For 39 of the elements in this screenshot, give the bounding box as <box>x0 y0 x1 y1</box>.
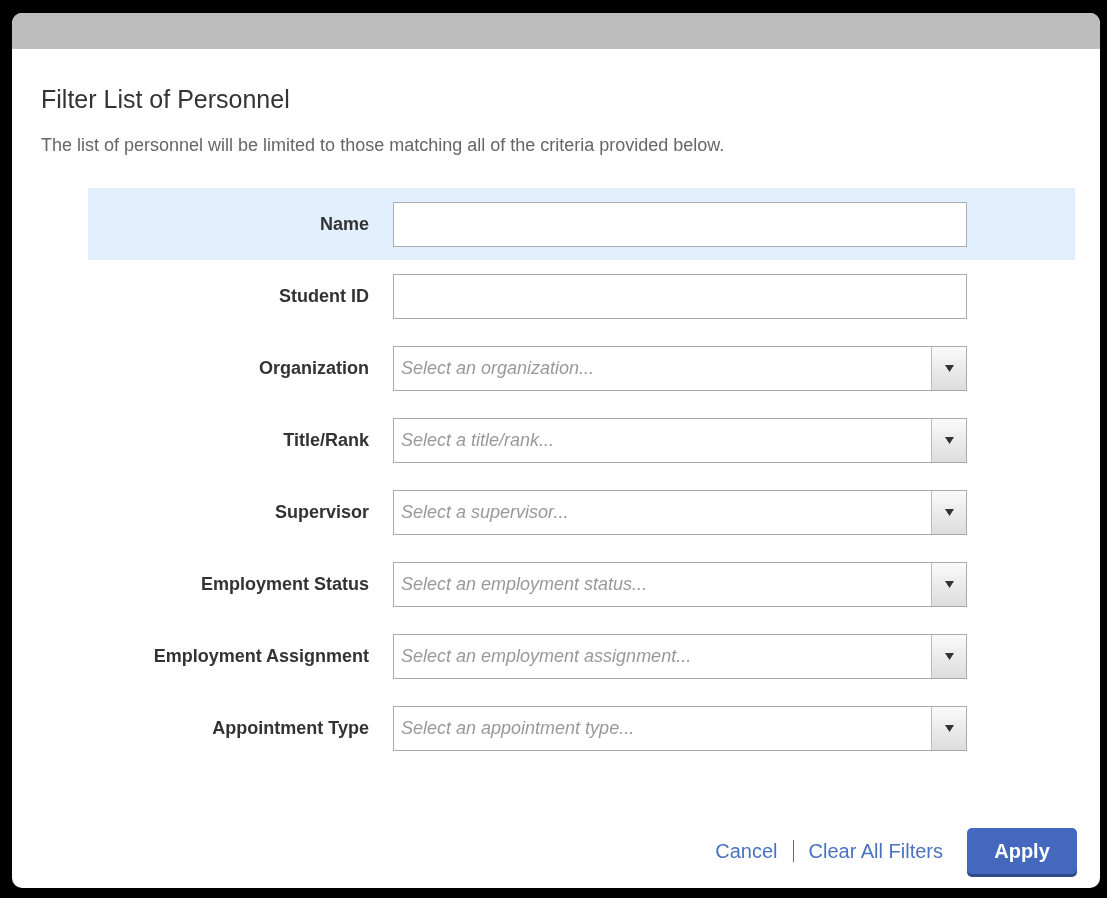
select-placeholder: Select a supervisor... <box>400 501 570 523</box>
select-field[interactable]: Select a title/rank... <box>393 417 967 463</box>
select-placeholder: Select an appointment type... <box>400 717 636 739</box>
input-field[interactable] <box>393 273 967 319</box>
dialog-title: Filter List of Personnel <box>41 85 291 114</box>
dropdown-button[interactable] <box>931 490 966 534</box>
dropdown-button[interactable] <box>931 346 966 390</box>
select-field[interactable]: Select an organization... <box>393 345 967 391</box>
field-label: Name <box>318 213 370 235</box>
field-label: Supervisor <box>273 501 370 523</box>
caret-icon <box>944 508 954 516</box>
select-placeholder: Select an employment status... <box>400 573 649 595</box>
footer-link[interactable]: Clear All Filters <box>808 839 943 863</box>
select-field[interactable]: Select an appointment type... <box>393 705 967 751</box>
select-field[interactable]: Select an employment assignment... <box>393 633 967 679</box>
select-placeholder: Select an organization... <box>400 357 596 379</box>
select-placeholder: Select an employment assignment... <box>400 645 693 667</box>
dialog-description: The list of personnel will be limited to those matching all of the criteria provided below. <box>41 135 726 156</box>
dropdown-button[interactable] <box>931 706 966 750</box>
field-label: Organization <box>258 357 370 379</box>
caret-icon <box>944 436 954 444</box>
select-placeholder: Select a title/rank... <box>400 429 556 451</box>
dropdown-button[interactable] <box>931 418 966 462</box>
dropdown-button[interactable] <box>931 562 966 606</box>
caret-icon <box>944 364 954 372</box>
input-field[interactable] <box>393 201 967 247</box>
field-label: Employment Status <box>199 573 370 595</box>
field-label: Title/Rank <box>282 429 370 451</box>
caret-icon <box>944 652 954 660</box>
footer-link[interactable]: Cancel <box>715 839 778 863</box>
dropdown-button[interactable] <box>931 634 966 678</box>
field-label: Employment Assignment <box>152 645 370 667</box>
field-label: Student ID <box>278 285 370 307</box>
caret-icon <box>944 580 954 588</box>
select-field[interactable]: Select a supervisor... <box>393 489 967 535</box>
select-field[interactable]: Select an employment status... <box>393 561 967 607</box>
field-label: Appointment Type <box>211 717 370 739</box>
caret-icon <box>944 724 954 732</box>
apply-button[interactable]: Apply <box>967 828 1077 874</box>
